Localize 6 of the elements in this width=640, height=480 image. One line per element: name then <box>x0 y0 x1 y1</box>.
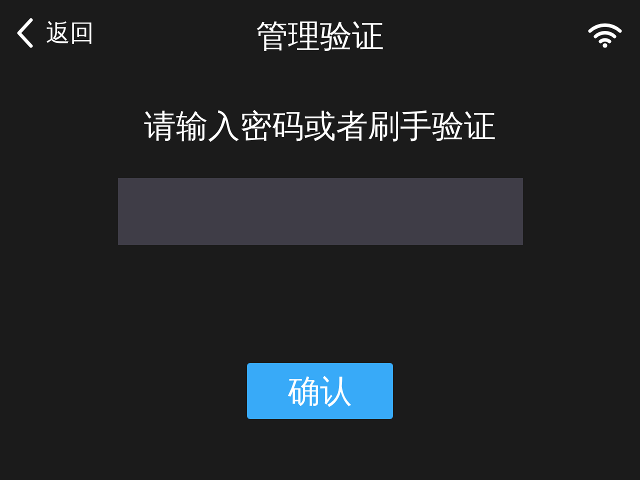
back-button[interactable]: 返回 <box>16 18 94 48</box>
password-field[interactable] <box>118 178 522 245</box>
back-chevron-icon <box>16 18 34 48</box>
wifi-icon <box>588 22 622 48</box>
prompt-text: 请输入密码或者刷手验证 <box>144 107 496 145</box>
screen-title: 管理验证 <box>256 17 384 55</box>
